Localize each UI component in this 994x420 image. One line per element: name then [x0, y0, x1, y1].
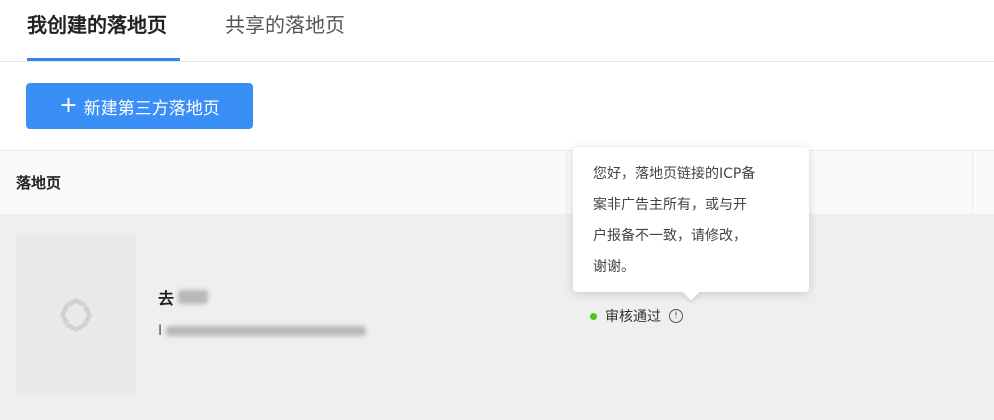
- active-tab-indicator: [27, 58, 180, 61]
- column-header-landing-page: 落地页: [16, 174, 62, 192]
- redacted-id: [166, 326, 367, 336]
- landing-page-id-text: I: [158, 323, 163, 339]
- tooltip-line: 户报备不一致，请修改，: [593, 228, 747, 244]
- column-divider: [972, 150, 973, 420]
- status-dot: [590, 312, 597, 320]
- landing-page-thumbnail[interactable]: [16, 235, 136, 395]
- tab-shared-landing-pages[interactable]: 共享的落地页: [225, 10, 345, 62]
- tooltip-line: 您好，落地页链接的ICP备: [593, 166, 756, 182]
- placeholder-logo-icon: [60, 298, 92, 332]
- table-header: 落地页: [0, 150, 994, 215]
- create-button-label: 新建第三方落地页: [83, 98, 220, 119]
- redacted-name: [178, 290, 209, 304]
- info-icon[interactable]: !: [669, 309, 683, 323]
- status-text: 审核通过: [605, 309, 661, 325]
- landing-page-name[interactable]: 去: [158, 285, 209, 309]
- table-row: [0, 215, 994, 420]
- tab-my-landing-pages[interactable]: 我创建的落地页: [27, 10, 167, 62]
- create-third-party-landing-page-button[interactable]: + 新建第三方落地页: [26, 83, 253, 129]
- tooltip-line: 案非广告主所有，或与开: [593, 197, 747, 213]
- status-tooltip: 您好，落地页链接的ICP备 案非广告主所有，或与开 户报备不一致，请修改， 谢谢…: [573, 147, 809, 292]
- landing-page-manager: 我创建的落地页 共享的落地页 + 新建第三方落地页 落地页 去 I 审核通过 !…: [0, 0, 994, 420]
- landing-page-id: I: [158, 323, 367, 339]
- tooltip-line: 谢谢。: [593, 259, 635, 275]
- plus-icon: +: [59, 93, 78, 118]
- review-status: 审核通过 !: [590, 306, 683, 326]
- tab-bar: 我创建的落地页 共享的落地页: [0, 0, 994, 62]
- landing-page-name-text: 去: [158, 289, 175, 308]
- column-divider: [566, 150, 567, 420]
